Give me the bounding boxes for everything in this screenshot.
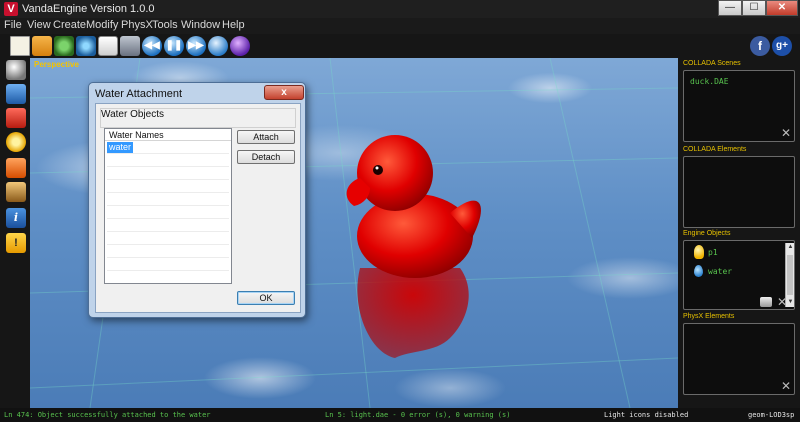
menu-help[interactable]: Help: [222, 19, 245, 31]
dialog-title: Water Attachment: [95, 88, 183, 100]
engine-object-item[interactable]: water: [708, 267, 732, 276]
water-attachment-dialog: Water Attachment x Water Objects Water N…: [88, 82, 306, 318]
status-file-report: Ln 5: light.dae - 0 error (s), 0 warning…: [325, 411, 511, 419]
rubber-duck-model: [346, 135, 481, 358]
physx-elements-list[interactable]: ✕: [683, 323, 795, 395]
gear-settings-icon[interactable]: [54, 36, 74, 56]
ok-button[interactable]: OK: [237, 291, 295, 305]
menu-view[interactable]: View: [27, 19, 51, 31]
title-bar: V VandaEngine Version 1.0.0 — ☐ ✕: [0, 0, 800, 18]
collada-scenes-title: COLLADA Scenes: [683, 60, 741, 67]
orb-icon[interactable]: [230, 36, 250, 56]
camera-icon[interactable]: [120, 36, 140, 56]
camera-icon[interactable]: [6, 182, 26, 202]
status-light-icons: Light icons disabled: [604, 411, 689, 419]
collada-elements-title: COLLADA Elements: [683, 146, 747, 153]
network-icon[interactable]: [6, 84, 26, 104]
engine-objects-title: Engine Objects: [683, 230, 731, 237]
menu-window[interactable]: Window: [181, 19, 220, 31]
water-objects-label: Water Objects: [101, 109, 164, 120]
sphere-icon[interactable]: [6, 60, 26, 80]
save-icon[interactable]: [98, 36, 118, 56]
facebook-icon[interactable]: f: [750, 36, 770, 56]
list-row-empty: [107, 168, 229, 180]
vanda-logo-icon: V: [4, 2, 18, 16]
list-row-empty: [107, 233, 229, 245]
left-toolbar: i !: [0, 58, 30, 408]
menu-physx[interactable]: PhysX: [121, 19, 153, 31]
physx-elements-title: PhysX Elements: [683, 313, 735, 320]
maximize-button[interactable]: ☐: [742, 0, 766, 16]
menu-create[interactable]: Create: [53, 19, 86, 31]
info-circle-icon[interactable]: [208, 36, 228, 56]
delete-physx-icon[interactable]: ✕: [780, 380, 792, 392]
list-row-empty: [107, 272, 229, 283]
sun-light-icon[interactable]: [6, 132, 26, 152]
dialog-body: Water Objects Water Names water Attach D…: [95, 103, 301, 313]
forward-icon[interactable]: ▶▶: [186, 36, 206, 56]
list-row-empty: [107, 246, 229, 258]
info-icon[interactable]: i: [6, 208, 26, 228]
list-row-empty: [107, 181, 229, 193]
menu-modify[interactable]: Modify: [86, 19, 118, 31]
attach-button[interactable]: Attach: [237, 130, 295, 144]
scroll-up-arrow[interactable]: ▲: [786, 243, 795, 252]
close-window-button[interactable]: ✕: [766, 0, 798, 16]
collada-elements-list[interactable]: [683, 156, 795, 228]
viewport-mode-label: Perspective: [34, 60, 79, 69]
engine-object-item[interactable]: p1: [708, 248, 718, 257]
list-row-empty: [107, 259, 229, 271]
toolbar: ◀◀ ❚❚ ▶▶ f g+: [0, 34, 800, 58]
status-geometry: geom-LOD3sp: [748, 411, 795, 419]
warning-icon[interactable]: !: [6, 233, 26, 253]
list-row-empty: [107, 155, 229, 167]
list-row-empty: [107, 220, 229, 232]
water-list-item[interactable]: water: [107, 142, 134, 153]
new-document-icon[interactable]: [10, 36, 30, 56]
collada-scenes-list[interactable]: duck.DAE ✕: [683, 70, 795, 142]
window-title: VandaEngine Version 1.0.0: [22, 3, 155, 15]
red-tool-icon[interactable]: [6, 108, 26, 128]
menu-tools[interactable]: Tools: [152, 19, 178, 31]
status-bar: Ln 474: Object successfully attached to …: [0, 408, 800, 422]
status-message: Ln 474: Object successfully attached to …: [4, 411, 211, 419]
sound-icon[interactable]: [6, 158, 26, 178]
pause-icon[interactable]: ❚❚: [164, 36, 184, 56]
water-names-header[interactable]: Water Names: [105, 129, 231, 141]
light-bulb-icon: [694, 245, 704, 259]
collada-scene-item[interactable]: duck.DAE: [690, 77, 729, 86]
list-row-empty: [107, 207, 229, 219]
google-plus-icon[interactable]: g+: [772, 36, 792, 56]
minimize-button[interactable]: —: [718, 0, 742, 16]
open-folder-icon[interactable]: [32, 36, 52, 56]
menu-file[interactable]: File: [4, 19, 22, 31]
list-row-empty: [107, 194, 229, 206]
detach-button[interactable]: Detach: [237, 150, 295, 164]
molecule-icon[interactable]: [76, 36, 96, 56]
dialog-close-button[interactable]: x: [264, 85, 304, 100]
scroll-thumb[interactable]: [787, 255, 793, 295]
delete-object-icon[interactable]: ✕: [776, 296, 788, 308]
rewind-icon[interactable]: ◀◀: [142, 36, 162, 56]
list-item[interactable]: water: [107, 142, 229, 154]
water-drop-icon: [694, 265, 703, 277]
engine-objects-list[interactable]: p1 water ▲ ▼ ✕: [683, 240, 795, 310]
water-names-list[interactable]: Water Names water: [104, 128, 232, 284]
delete-scene-icon[interactable]: ✕: [780, 127, 792, 139]
right-panel: COLLADA Scenes duck.DAE ✕ COLLADA Elemen…: [678, 58, 800, 408]
menu-bar: File View Create Modify PhysX Tools Wind…: [0, 18, 800, 34]
edit-tool-icon[interactable]: [760, 297, 772, 307]
